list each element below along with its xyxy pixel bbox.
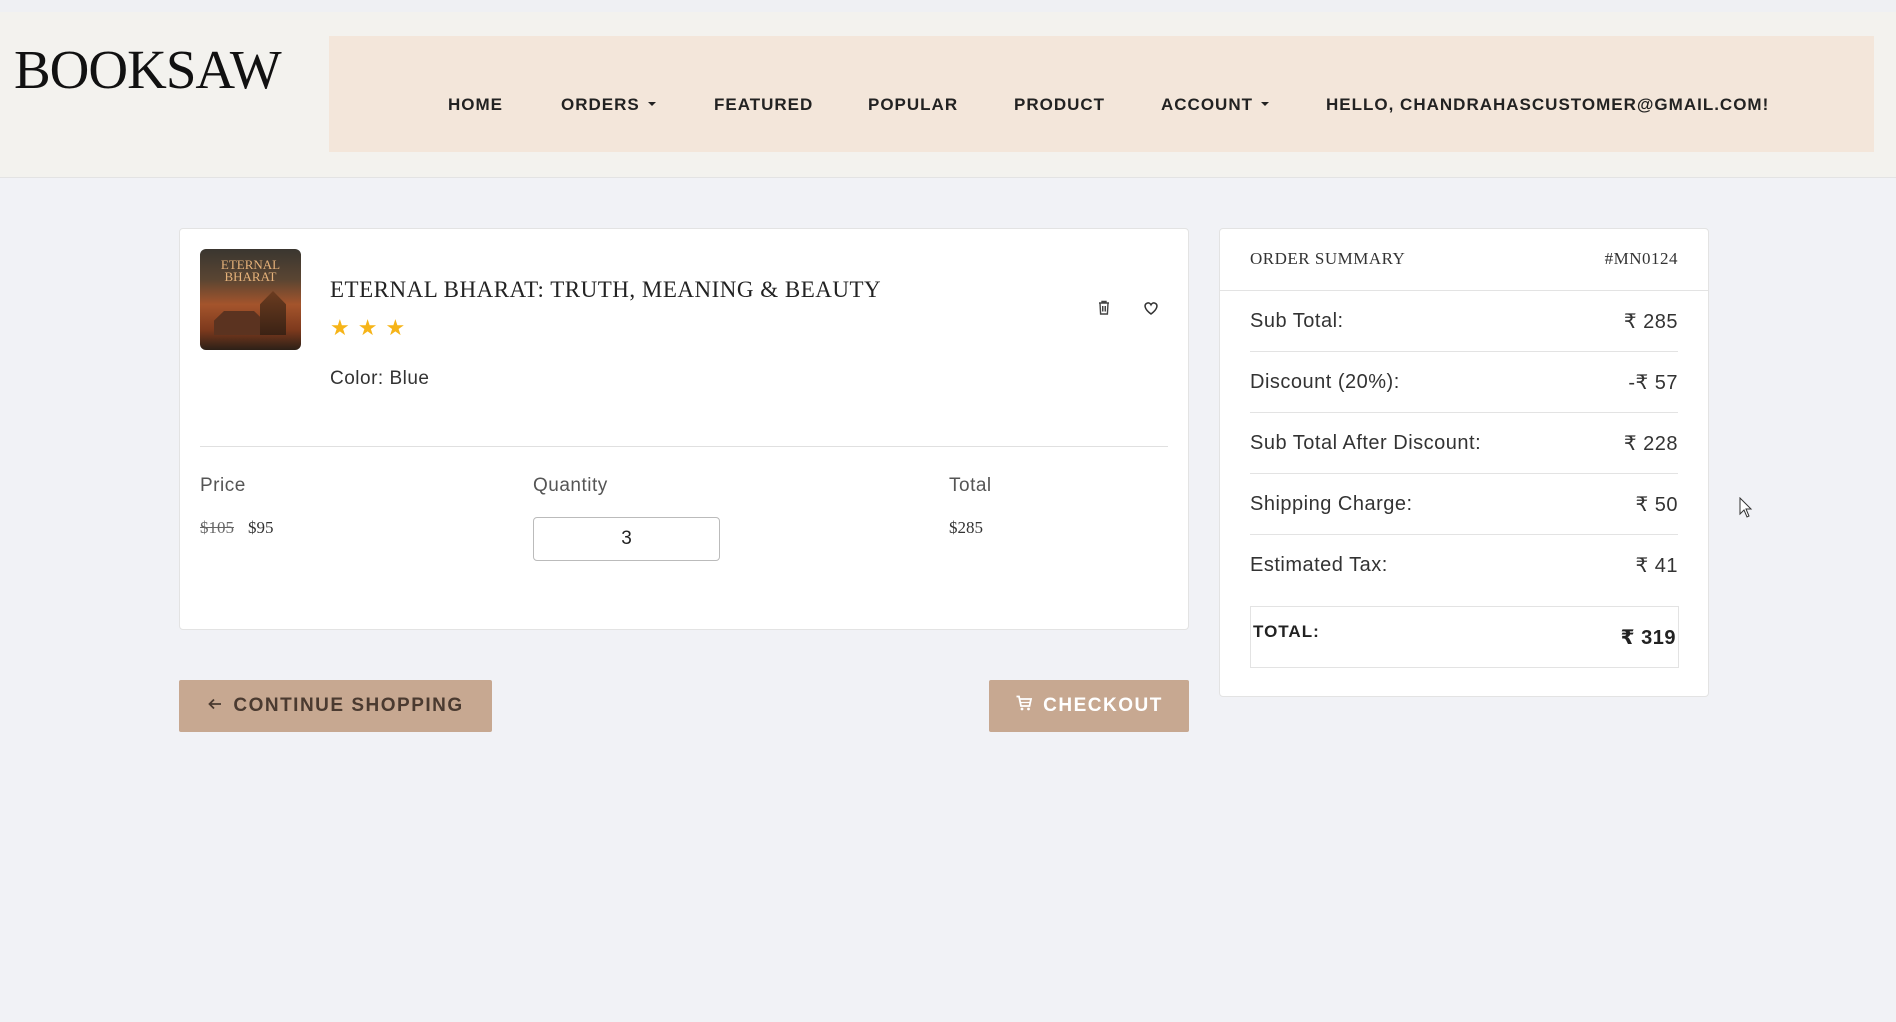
summary-row-subtotal-after-discount: Sub Total After Discount: ₹ 228 (1250, 413, 1678, 474)
summary-row-label: Estimated Tax: (1250, 554, 1388, 576)
divider (200, 446, 1168, 447)
quantity-label: Quantity (533, 475, 608, 496)
total-label: TOTAL: (1253, 622, 1320, 641)
star-icon: ★ (357, 315, 378, 340)
heart-icon[interactable] (1140, 297, 1162, 319)
checkout-label: CHECKOUT (1043, 695, 1163, 716)
summary-row-label: Shipping Charge: (1250, 492, 1413, 515)
price-label: Price (200, 475, 246, 496)
total-label: Total (949, 475, 992, 496)
nav-greeting[interactable]: HELLO, CHANDRAHASCUSTOMER@GMAIL.COM! (1326, 95, 1769, 115)
summary-row-value: ₹ 41 (1635, 555, 1678, 577)
order-summary: ORDER SUMMARY #MN0124 Sub Total: ₹ 285 D… (1219, 228, 1709, 697)
current-price: $95 (248, 518, 274, 537)
arrow-left-icon (207, 695, 223, 717)
nav-account-label: ACCOUNT (1161, 95, 1253, 114)
summary-row-tax: Estimated Tax: ₹ 41 (1250, 535, 1678, 596)
star-icon: ★ (385, 315, 406, 340)
caret-down-icon (1261, 101, 1269, 106)
summary-row-label: Discount (20%): (1250, 370, 1400, 393)
caret-down-icon (647, 101, 656, 106)
order-id: #MN0124 (1604, 249, 1678, 268)
book-title[interactable]: ETERNAL BHARAT: TRUTH, MEANING & BEAUTY (330, 277, 881, 303)
nav-featured[interactable]: FEATURED (714, 95, 813, 115)
summary-row-value: ₹ 285 (1623, 310, 1678, 333)
nav-orders[interactable]: ORDERS (561, 95, 656, 115)
book-cover-image[interactable]: ETERNAL BHARAT (200, 249, 301, 350)
cover-title-line2: BHARAT (224, 269, 277, 284)
summary-row-label: Sub Total After Discount: (1250, 431, 1482, 454)
summary-row-shipping: Shipping Charge: ₹ 50 (1250, 474, 1678, 535)
old-price: $105 (200, 518, 234, 537)
main-nav: HOME ORDERS FEATURED POPULAR PRODUCT ACC… (329, 36, 1874, 152)
summary-row-value: ₹ 50 (1635, 493, 1678, 516)
star-icon: ★ (330, 315, 350, 340)
summary-row-value: -₹ 57 (1628, 371, 1678, 394)
top-strip (0, 0, 1896, 12)
site-header: BOOKSAW HOME ORDERS FEATURED POPULAR PRO… (0, 12, 1896, 178)
price-value: $105 $95 (200, 518, 274, 538)
trash-icon[interactable] (1093, 297, 1115, 319)
checkout-button[interactable]: CHECKOUT (989, 680, 1189, 732)
summary-row-subtotal: Sub Total: ₹ 285 (1250, 291, 1678, 352)
cover-art-hall (214, 311, 264, 335)
cover-art-temple (260, 291, 286, 335)
total-value: ₹ 319 (1620, 627, 1676, 649)
rating-stars: ★ ★ ★ (330, 317, 405, 339)
summary-row-total: TOTAL: ₹ 319 (1250, 606, 1679, 668)
continue-shopping-label: CONTINUE SHOPPING (233, 695, 464, 716)
nav-product[interactable]: PRODUCT (1014, 95, 1105, 115)
nav-popular[interactable]: POPULAR (868, 95, 958, 115)
mouse-cursor-icon (1739, 496, 1753, 519)
nav-account[interactable]: ACCOUNT (1161, 95, 1269, 115)
summary-row-value: ₹ 228 (1623, 432, 1678, 455)
cart-item-card: ETERNAL BHARAT ETERNAL BHARAT: TRUTH, ME… (179, 228, 1189, 630)
color-option: Color: Blue (330, 368, 430, 389)
continue-shopping-button[interactable]: CONTINUE SHOPPING (179, 680, 492, 732)
summary-row-label: Sub Total: (1250, 309, 1344, 332)
order-summary-header: ORDER SUMMARY #MN0124 (1220, 229, 1708, 291)
nav-orders-label: ORDERS (561, 95, 640, 114)
quantity-input[interactable] (533, 517, 720, 561)
summary-row-discount: Discount (20%): -₹ 57 (1250, 352, 1678, 413)
item-total: $285 (949, 518, 983, 537)
brand-logo[interactable]: BOOKSAW (14, 38, 282, 101)
cart-icon (1015, 694, 1033, 718)
nav-home[interactable]: HOME (448, 95, 503, 115)
order-summary-title: ORDER SUMMARY (1250, 249, 1406, 268)
